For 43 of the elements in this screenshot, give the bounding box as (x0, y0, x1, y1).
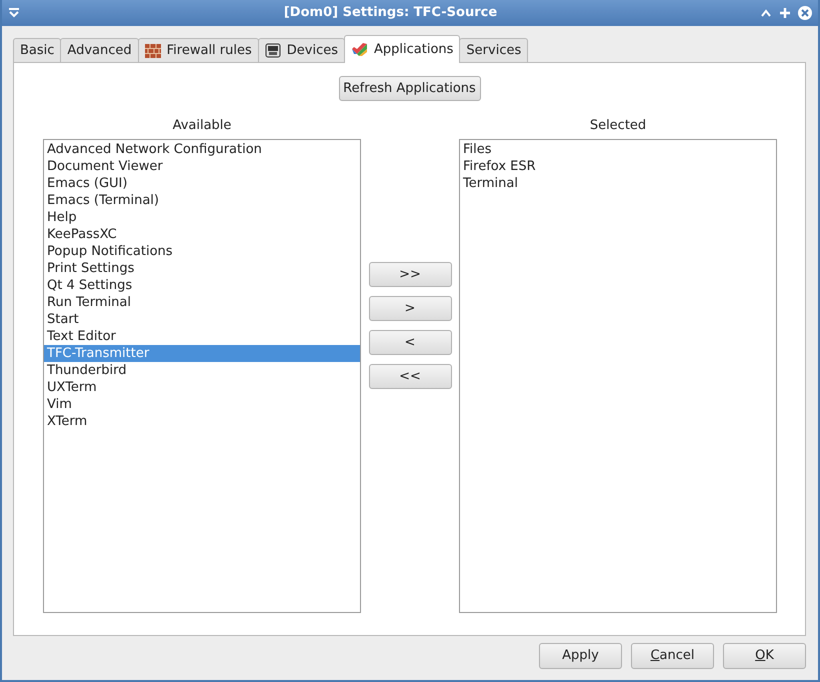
list-item[interactable]: Vim (44, 396, 360, 413)
tab[interactable]: Services (459, 38, 528, 62)
list-item[interactable]: Files (460, 141, 776, 158)
list-item[interactable]: Popup Notifications (44, 243, 360, 260)
list-item[interactable]: Run Terminal (44, 294, 360, 311)
list-item[interactable]: Terminal (460, 175, 776, 192)
applications-icon (351, 42, 368, 57)
list-item[interactable]: Text Editor (44, 328, 360, 345)
list-item[interactable]: Firefox ESR (460, 158, 776, 175)
tab[interactable]: Firewall rules (138, 38, 259, 62)
list-item[interactable]: Qt 4 Settings (44, 277, 360, 294)
tab[interactable]: Basic (13, 38, 62, 62)
tab[interactable]: Advanced (60, 38, 139, 62)
list-label: Selected (590, 117, 646, 134)
tab[interactable]: Applications (344, 35, 460, 63)
minimize-icon[interactable] (761, 9, 771, 17)
close-icon[interactable] (798, 6, 812, 20)
list-item[interactable]: Emacs (GUI) (44, 175, 360, 192)
move-button[interactable]: >> (368, 262, 452, 287)
move-button[interactable]: << (368, 364, 452, 389)
list-item[interactable]: Document Viewer (44, 158, 360, 175)
move-button[interactable]: < (368, 330, 452, 355)
tab[interactable]: Devices (258, 38, 345, 62)
move-button[interactable]: > (368, 296, 452, 321)
devices-icon (264, 43, 281, 58)
list-label: Available (172, 117, 232, 134)
refresh-button[interactable]: Refresh Applications (338, 76, 480, 101)
list-item[interactable]: Help (44, 209, 360, 226)
list-item[interactable]: XTerm (44, 413, 360, 430)
list-item[interactable]: Emacs (Terminal) (44, 192, 360, 209)
dialog-button[interactable]: Cancel (631, 643, 714, 669)
maximize-icon[interactable] (780, 8, 790, 18)
window-title: [Dom0] Settings: TFC-Source (282, 4, 498, 22)
list-item[interactable]: Advanced Network Configuration (44, 141, 360, 158)
dialog-button[interactable]: Apply (539, 643, 622, 669)
list-item[interactable]: Start (44, 311, 360, 328)
brick-wall-icon (144, 44, 161, 58)
menu-icon[interactable] (8, 8, 20, 18)
list-item[interactable]: Thunderbird (44, 362, 360, 379)
dialog-button[interactable]: OK (723, 643, 806, 669)
list-item[interactable]: Print Settings (44, 260, 360, 277)
list-item[interactable]: KeePassXC (44, 226, 360, 243)
list-item[interactable]: UXTerm (44, 379, 360, 396)
